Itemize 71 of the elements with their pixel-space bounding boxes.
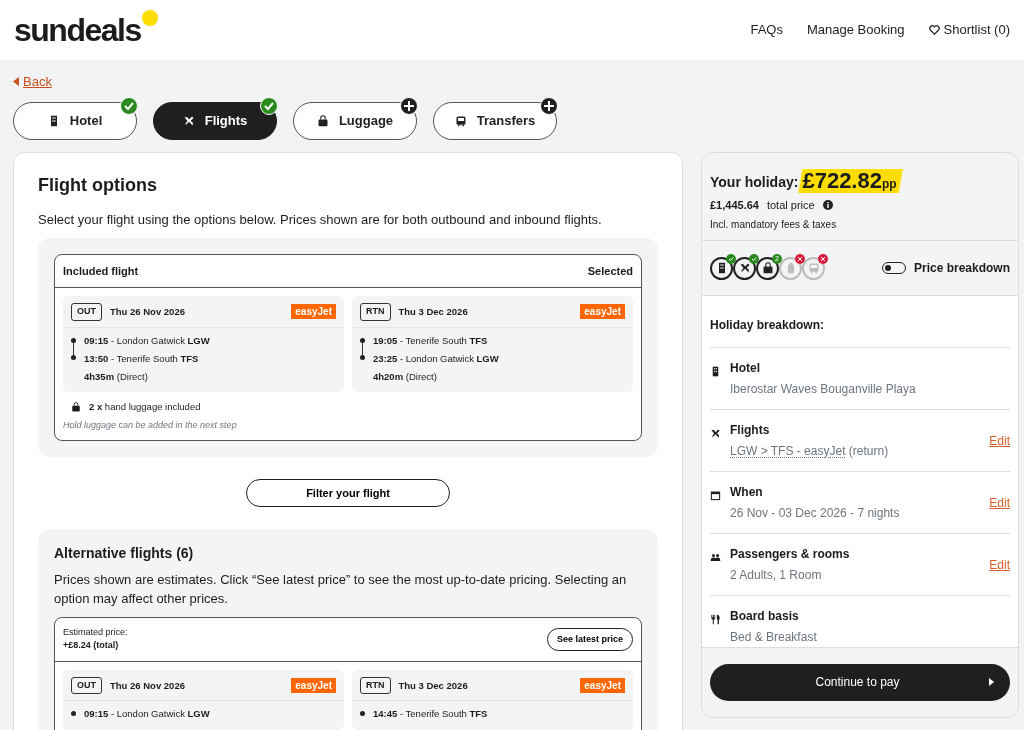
- flight-date: Thu 3 Dec 2026: [398, 678, 468, 693]
- holiday-label: Your holiday:: [710, 172, 799, 192]
- nav-link[interactable]: FAQs: [750, 20, 783, 40]
- intro-text: Select your flight using the options below. Prices shown are for both outbound and inbound flights.: [38, 211, 603, 230]
- flight-duration: 4h35m (Direct): [84, 370, 149, 385]
- edit-link[interactable]: Edit: [989, 432, 1010, 450]
- back-link[interactable]: Back: [23, 72, 52, 92]
- section-title: Alternative flights (6): [54, 545, 195, 562]
- breakdown-item-detail: Iberostar Waves Bouganville Playa: [730, 382, 916, 397]
- back-arrow-icon: [13, 77, 19, 87]
- luggage-note: Hold luggage can be added in the next step: [63, 418, 238, 432]
- breakdown-item-detail: (return): [848, 444, 889, 459]
- airline-logo: easyJet: [580, 678, 625, 694]
- flight-date: Thu 26 Nov 2026: [110, 304, 185, 319]
- selected-label: Selected: [587, 263, 633, 279]
- nav-link[interactable]: Manage Booking: [806, 20, 905, 40]
- airline-logo: easyJet: [291, 678, 336, 694]
- heart-icon: [928, 25, 940, 35]
- breakdown-item-detail: 2 Adults, 1 Room: [730, 568, 822, 583]
- total-label: total price: [766, 197, 815, 213]
- edit-link[interactable]: Edit: [989, 556, 1010, 574]
- toggle-label: Price breakdown: [913, 260, 1010, 278]
- breakdown-item-title: When: [730, 484, 764, 502]
- flight-route-link[interactable]: LGW > TFS - easyJet: [730, 444, 846, 459]
- breakdown-title: Holiday breakdown:: [710, 317, 826, 335]
- total-price: £1,445.64: [710, 197, 759, 213]
- price-label: Estimated price:: [63, 625, 128, 639]
- building-icon: [710, 365, 721, 377]
- caret-icon: [989, 678, 994, 686]
- calendar-icon: [710, 489, 721, 501]
- luggage-text: 2 x hand luggage included: [89, 400, 201, 415]
- breakdown-item-title: Passengers & rooms: [730, 546, 850, 564]
- bag-icon: [316, 114, 329, 127]
- intro-text: Prices shown are estimates. Click “See latest price” to see the most up-to-date pricing. Selecting an option may affect other prices.: [54, 570, 628, 609]
- direction-tag: RTN: [360, 676, 391, 695]
- cutlery-icon: [710, 613, 721, 625]
- airline-logo: easyJet: [291, 304, 336, 320]
- direction-tag: RTN: [360, 303, 391, 321]
- flight-stop: 09:15 - London Gatwick LGW: [84, 333, 210, 348]
- section-title: Flight options: [38, 174, 158, 197]
- flight-date: Thu 3 Dec 2026: [398, 304, 468, 319]
- airline-logo: easyJet: [580, 304, 625, 320]
- breakdown-item-detail: Bed & Breakfast: [730, 630, 817, 645]
- edit-link[interactable]: Edit: [989, 494, 1010, 512]
- flight-duration: 4h20m (Direct): [373, 370, 438, 385]
- breakdown-item-title: Hotel: [730, 360, 761, 378]
- people-icon: [710, 551, 721, 563]
- flight-stop: 19:05 - Tenerife South TFS: [373, 333, 489, 348]
- direction-tag: OUT: [71, 676, 102, 695]
- flight-stop: 13:50 - Tenerife South TFS: [84, 351, 200, 366]
- flight-stop: 14:45 - Tenerife South TFS: [373, 707, 488, 722]
- flight-stop: 23:25 - London Gatwick LGW: [373, 351, 499, 366]
- bus-icon: [807, 262, 820, 275]
- price-highlight: £722.82pp: [798, 168, 903, 193]
- info-icon[interactable]: [822, 199, 833, 210]
- continue-button[interactable]: Continue to pay: [710, 663, 1010, 701]
- breakdown-item-title: Flights: [730, 422, 771, 440]
- flight-date: Thu 26 Nov 2026: [110, 678, 185, 693]
- bag-icon: [71, 402, 81, 413]
- shortlist-link[interactable]: Shortlist (0): [943, 20, 1010, 40]
- direction-tag: OUT: [71, 303, 102, 321]
- price-difference: +£8.24 (total): [63, 639, 120, 653]
- fees-note: Incl. mandatory fees & taxes: [710, 218, 838, 233]
- bus-icon: [454, 114, 467, 127]
- latest-price-button[interactable]: See latest price: [546, 627, 633, 652]
- breakdown-item-detail: 26 Nov - 03 Dec 2026 - 7 nights: [730, 506, 900, 521]
- filter-button[interactable]: Filter your flight: [246, 479, 450, 508]
- bag-icon: [761, 262, 774, 275]
- breakdown-item-title: Board basis: [730, 608, 800, 626]
- flight-stop: 09:15 - London Gatwick LGW: [84, 707, 210, 722]
- card-title: Included flight: [63, 263, 139, 279]
